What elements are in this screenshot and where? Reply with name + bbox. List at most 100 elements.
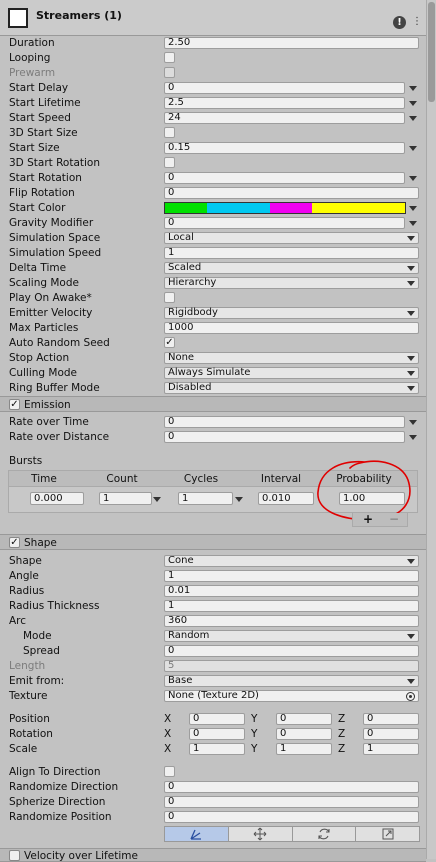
rate-over-time-field[interactable]: 0 [164,416,405,428]
play-on-awake-checkbox[interactable] [164,292,175,303]
texture-object-field[interactable]: None (Texture 2D) [164,690,419,702]
context-menu-icon[interactable]: ⋮ [412,16,422,27]
start-color-field[interactable] [164,202,406,214]
move-button[interactable] [227,826,293,842]
looping-checkbox[interactable] [164,52,175,63]
randomize-direction-field[interactable]: 0 [164,781,419,793]
start-lifetime-curve-dropdown[interactable] [409,101,417,106]
start-color-label: Start Color [9,202,66,214]
scrollbar-thumb[interactable] [428,2,435,102]
rotate-button[interactable] [291,826,357,842]
emission-enabled-checkbox[interactable]: ✓ [9,399,20,410]
rate-over-distance-curve-dropdown[interactable] [409,435,417,440]
start-rotation-curve-dropdown[interactable] [409,176,417,181]
start-speed-field[interactable]: 24 [164,112,405,124]
emission-section-header[interactable]: ✓ Emission [0,396,426,412]
shape-dropdown[interactable]: Cone [164,555,419,567]
auto-random-seed-checkbox[interactable]: ✓ [164,337,175,348]
simulation-speed-field[interactable]: 1 [164,247,419,259]
simulation-space-label: Simulation Space [9,232,101,244]
position-z-label: Z [338,713,346,725]
start-lifetime-label: Start Lifetime [9,97,81,109]
start-rotation-label: Start Rotation [9,172,82,184]
ring-buffer-mode-label: Ring Buffer Mode [9,382,100,394]
start-delay-curve-dropdown[interactable] [409,86,417,91]
emit-from-dropdown[interactable]: Base [164,675,419,687]
simulation-space-dropdown[interactable]: Local [164,232,419,244]
ring-buffer-mode-dropdown[interactable]: Disabled [164,382,419,394]
emitter-velocity-dropdown-value: Rigidbody [168,307,218,318]
mode-label: Mode [23,630,52,642]
randomize-position-field[interactable]: 0 [164,811,419,823]
position-y-field[interactable]: 0 [276,713,332,725]
length-field: 5 [164,660,419,672]
3d-start-rotation-checkbox[interactable] [164,157,175,168]
inspector-scrollbar[interactable] [426,0,436,859]
mode-dropdown[interactable]: Random [164,630,419,642]
spherize-direction-field[interactable]: 0 [164,796,419,808]
start-rotation-field[interactable]: 0 [164,172,405,184]
position-z-field[interactable]: 0 [363,713,419,725]
rotation-z-field[interactable]: 0 [363,728,419,740]
scale-x-field[interactable]: 1 [189,743,245,755]
flip-rotation-field[interactable]: 0 [164,187,419,199]
rotation-y-field[interactable]: 0 [276,728,332,740]
remove-burst-button[interactable]: − [389,512,399,526]
velocity-enabled-checkbox[interactable] [9,850,20,861]
culling-mode-label: Culling Mode [9,367,78,379]
start-delay-field[interactable]: 0 [164,82,405,94]
bursts-header-count: Count [106,473,138,485]
shape-section-header[interactable]: ✓ Shape [0,534,426,550]
start-speed-curve-dropdown[interactable] [409,116,417,121]
burst-time-field[interactable]: 0.000 [30,492,84,505]
add-burst-button[interactable]: + [363,512,373,526]
scale-y-field[interactable]: 1 [276,743,332,755]
shape-enabled-checkbox[interactable]: ✓ [9,537,20,548]
emit-from-label: Emit from: [9,675,65,687]
start-size-label: Start Size [9,142,60,154]
burst-cycles-field[interactable]: 1 [178,492,233,505]
start-color-mode-dropdown[interactable] [409,206,417,211]
spread-label: Spread [23,645,60,657]
delta-time-dropdown[interactable]: Scaled [164,262,419,274]
scaling-mode-dropdown[interactable]: Hierarchy [164,277,419,289]
culling-mode-dropdown[interactable]: Always Simulate [164,367,419,379]
shape-title: Shape [24,537,57,549]
start-size-field[interactable]: 0.15 [164,142,405,154]
duration-field[interactable]: 2.50 [164,37,419,49]
rotation-x-field[interactable]: 0 [189,728,245,740]
edit-shape-button[interactable] [164,826,229,842]
rate-over-distance-field[interactable]: 0 [164,431,405,443]
chevron-down-icon [407,371,415,376]
object-picker-icon[interactable] [406,692,415,701]
spread-field[interactable]: 0 [164,645,419,657]
start-lifetime-field[interactable]: 2.5 [164,97,405,109]
burst-count-field[interactable]: 1 [99,492,152,505]
scale-button[interactable] [355,826,420,842]
angle-field[interactable]: 1 [164,570,419,582]
help-icon[interactable]: ! [393,16,406,29]
rate-over-time-curve-dropdown[interactable] [409,420,417,425]
start-size-curve-dropdown[interactable] [409,146,417,151]
stop-action-dropdown[interactable]: None [164,352,419,364]
burst-count-dropdown[interactable] [153,497,161,502]
velocity-section-header[interactable]: Velocity over Lifetime [0,848,426,862]
arc-field[interactable]: 360 [164,615,419,627]
mode-dropdown-value: Random [168,630,210,641]
3d-start-size-label: 3D Start Size [9,127,78,139]
scale-x-label: X [164,743,172,755]
position-x-field[interactable]: 0 [189,713,245,725]
align-to-direction-checkbox[interactable] [164,766,175,777]
randomize-direction-label: Randomize Direction [9,781,119,793]
gravity-modifier-field[interactable]: 0 [164,217,405,229]
burst-interval-field[interactable]: 0.010 [258,492,314,505]
3d-start-size-checkbox[interactable] [164,127,175,138]
burst-cycles-dropdown[interactable] [235,497,243,502]
radius-thickness-field[interactable]: 1 [164,600,419,612]
max-particles-field[interactable]: 1000 [164,322,419,334]
gravity-modifier-curve-dropdown[interactable] [409,221,417,226]
radius-field[interactable]: 0.01 [164,585,419,597]
texture-label: Texture [9,690,48,702]
scale-z-field[interactable]: 1 [363,743,419,755]
emitter-velocity-dropdown[interactable]: Rigidbody [164,307,419,319]
